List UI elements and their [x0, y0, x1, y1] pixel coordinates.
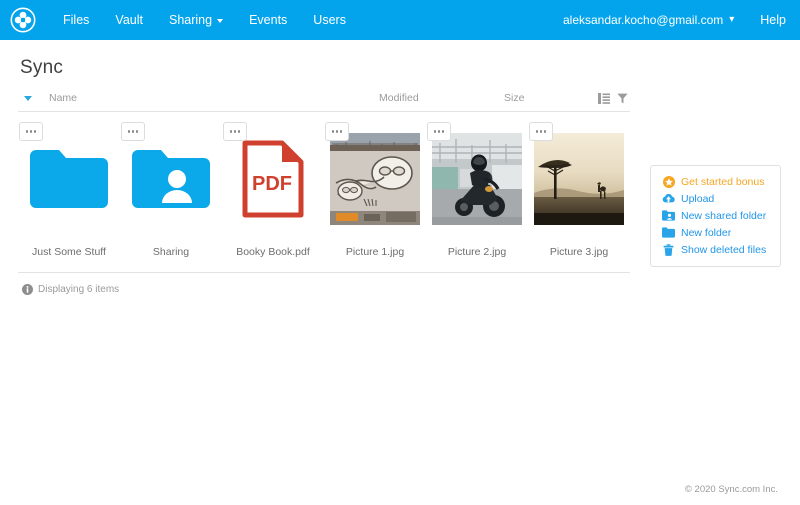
nav-item-vault-label: Vault: [115, 0, 143, 40]
file-thumbnail: [126, 131, 216, 227]
ellipsis-icon[interactable]: [121, 122, 145, 141]
nav-right-group: aleksandar.kocho@gmail.com ▾ Help: [563, 13, 786, 27]
file-tile[interactable]: PDF Booky Book.pdf: [222, 122, 324, 258]
filter-funnel-icon[interactable]: [617, 93, 628, 104]
top-navigation-bar: Files Vault Sharing Events Users aleksan…: [0, 0, 800, 40]
nav-item-events-label: Events: [249, 0, 287, 40]
status-text: Displaying 6 items: [38, 284, 119, 295]
action-label: Show deleted files: [681, 244, 766, 256]
action-get-started-bonus[interactable]: Get started bonus: [651, 173, 780, 190]
action-label: Upload: [681, 193, 714, 205]
action-show-deleted-files[interactable]: Show deleted files: [651, 241, 780, 258]
file-thumbnail: [24, 131, 114, 227]
action-new-shared-folder[interactable]: New shared folder: [651, 207, 780, 224]
account-email-label: aleksandar.kocho@gmail.com: [563, 13, 723, 27]
file-tile[interactable]: Sharing: [120, 122, 222, 258]
actions-panel: Get started bonus Upload New shared: [650, 165, 781, 267]
file-grid: Just Some Stuff Sharing: [18, 112, 630, 273]
file-name-label: Picture 3.jpg: [550, 246, 608, 258]
nav-item-events[interactable]: Events: [236, 0, 300, 40]
action-new-folder[interactable]: New folder: [651, 224, 780, 241]
ellipsis-icon[interactable]: [529, 122, 553, 141]
nav-item-files[interactable]: Files: [50, 0, 102, 40]
file-name-label: Just Some Stuff: [32, 246, 106, 258]
page-title: Sync: [20, 57, 782, 79]
chevron-down-icon: [217, 19, 223, 23]
image-thumbnail-street-art-mural: [330, 133, 420, 225]
file-thumbnail: [432, 131, 522, 227]
file-browser: Name Modified Size: [18, 92, 630, 295]
list-view-icon[interactable]: [598, 93, 610, 104]
column-header-row: Name Modified Size: [18, 92, 630, 112]
sort-caret-down-icon[interactable]: [24, 96, 32, 101]
file-name-label: Sharing: [153, 246, 189, 258]
nav-item-users[interactable]: Users: [300, 0, 359, 40]
ellipsis-icon[interactable]: [19, 122, 43, 141]
star-badge-icon: [662, 176, 675, 188]
nav-item-vault[interactable]: Vault: [102, 0, 156, 40]
file-name-label: Booky Book.pdf: [236, 246, 310, 258]
action-upload[interactable]: Upload: [651, 190, 780, 207]
ellipsis-icon[interactable]: [427, 122, 451, 141]
chevron-down-icon: ▾: [729, 15, 734, 25]
footer-copyright: © 2020 Sync.com Inc.: [685, 484, 778, 495]
file-tile[interactable]: Picture 2.jpg: [426, 122, 528, 258]
folder-icon: [662, 227, 675, 238]
pdf-badge-text: PDF: [252, 173, 292, 195]
nav-item-sharing-label: Sharing: [169, 0, 212, 40]
action-label: Get started bonus: [681, 176, 764, 188]
nav-item-users-label: Users: [313, 0, 346, 40]
account-menu[interactable]: aleksandar.kocho@gmail.com ▾: [563, 13, 734, 27]
file-thumbnail: [330, 131, 420, 227]
image-thumbnail-savanna-acacia-tree: [534, 133, 624, 225]
main-nav-links: Files Vault Sharing Events Users: [50, 0, 359, 40]
file-tile[interactable]: Just Some Stuff: [18, 122, 120, 258]
action-label: New folder: [681, 227, 731, 239]
file-thumbnail: [534, 131, 624, 227]
file-thumbnail: PDF: [228, 131, 318, 227]
cloud-upload-icon: [662, 193, 675, 204]
shared-folder-icon: [662, 210, 675, 221]
column-header-name[interactable]: Name: [49, 92, 379, 104]
column-header-modified[interactable]: Modified: [379, 92, 504, 104]
pdf-file-icon: PDF: [242, 140, 304, 218]
file-name-label: Picture 2.jpg: [448, 246, 506, 258]
image-thumbnail-motorcycle-rider: [432, 133, 522, 225]
help-link[interactable]: Help: [760, 13, 786, 27]
shared-folder-icon: [132, 148, 210, 210]
info-icon: [22, 284, 33, 295]
ellipsis-icon[interactable]: [325, 122, 349, 141]
trash-icon: [662, 244, 675, 256]
nav-item-sharing[interactable]: Sharing: [156, 0, 236, 40]
column-header-size[interactable]: Size: [504, 92, 598, 104]
file-tile[interactable]: Picture 1.jpg: [324, 122, 426, 258]
file-name-label: Picture 1.jpg: [346, 246, 404, 258]
file-tile[interactable]: Picture 3.jpg: [528, 122, 630, 258]
sync-clover-logo-icon[interactable]: [10, 7, 36, 33]
folder-icon: [30, 148, 108, 210]
page-content: Sync Name Modified Size: [0, 57, 800, 295]
status-bar: Displaying 6 items: [18, 273, 630, 295]
ellipsis-icon[interactable]: [223, 122, 247, 141]
nav-item-files-label: Files: [63, 0, 89, 40]
table-tool-icons: [598, 93, 628, 104]
action-label: New shared folder: [681, 210, 766, 222]
